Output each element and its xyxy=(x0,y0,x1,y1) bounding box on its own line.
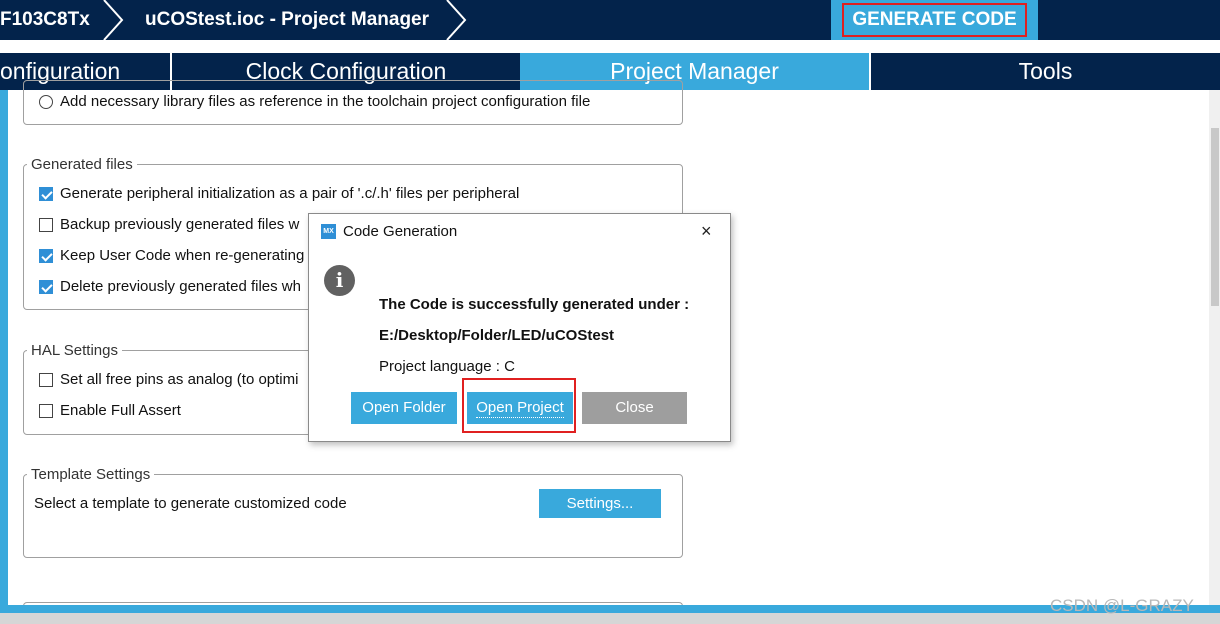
delete-generated-files-checkbox[interactable] xyxy=(39,280,53,294)
generate-code-button[interactable]: GENERATE CODE xyxy=(831,0,1038,40)
open-folder-button[interactable]: Open Folder xyxy=(351,392,457,424)
generate-peripheral-pair-label: Generate peripheral initialization as a … xyxy=(60,185,520,202)
stm32cubemx-window: F103C8Tx uCOStest.ioc - Project Manager … xyxy=(0,0,1220,624)
close-icon[interactable]: × xyxy=(701,221,712,241)
delete-generated-files-label: Delete previously generated files wh xyxy=(60,278,301,295)
dialog-success-message: The Code is successfully generated under… xyxy=(379,296,690,313)
dialog-output-path: E:/Desktop/Folder/LED/uCOStest xyxy=(379,327,615,344)
toolchain-options-group: Add necessary library files as reference… xyxy=(23,80,683,125)
template-settings-description: Select a template to generate customized… xyxy=(34,495,347,512)
hal-settings-title: HAL Settings xyxy=(27,342,122,360)
template-settings-button[interactable]: Settings... xyxy=(539,489,661,518)
breadcrumb-bar: F103C8Tx uCOStest.ioc - Project Manager … xyxy=(0,0,1220,40)
breadcrumb-project[interactable]: uCOStest.ioc - Project Manager xyxy=(145,0,429,40)
keep-user-code-checkbox[interactable] xyxy=(39,249,53,263)
horizontal-scrollbar[interactable] xyxy=(0,613,1220,624)
generated-files-title: Generated files xyxy=(27,156,137,174)
library-reference-radio[interactable] xyxy=(39,95,53,109)
open-project-button[interactable]: Open Project xyxy=(467,392,573,424)
full-assert-label: Enable Full Assert xyxy=(60,402,181,419)
breadcrumb-chevron-icon xyxy=(446,0,467,40)
code-generation-dialog: MX Code Generation × i The Code is succe… xyxy=(308,213,731,442)
keep-user-code-label: Keep User Code when re-generating xyxy=(60,247,305,264)
template-settings-title: Template Settings xyxy=(27,466,155,484)
generate-peripheral-pair-checkbox[interactable] xyxy=(39,187,53,201)
open-project-label: Open Project xyxy=(476,399,564,418)
dialog-project-language: Project language : C xyxy=(379,358,515,375)
breadcrumb-chevron-icon xyxy=(103,0,124,40)
full-assert-checkbox[interactable] xyxy=(39,404,53,418)
backup-files-checkbox[interactable] xyxy=(39,218,53,232)
left-accent-bar xyxy=(0,90,8,610)
scrollbar-thumb[interactable] xyxy=(1211,128,1219,306)
free-pins-analog-label: Set all free pins as analog (to optimi xyxy=(60,371,299,388)
backup-files-label: Backup previously generated files w xyxy=(60,216,300,233)
bottom-accent-bar xyxy=(0,605,1220,613)
info-icon: i xyxy=(324,265,355,296)
generate-code-label: GENERATE CODE xyxy=(842,3,1027,37)
dialog-title: Code Generation xyxy=(343,223,458,240)
close-button[interactable]: Close xyxy=(582,392,687,424)
breadcrumb-mcu[interactable]: F103C8Tx xyxy=(0,0,90,40)
free-pins-analog-checkbox[interactable] xyxy=(39,373,53,387)
tab-tools[interactable]: Tools xyxy=(871,53,1220,90)
library-reference-label: Add necessary library files as reference… xyxy=(60,93,591,110)
header-gap xyxy=(0,40,1220,53)
mx-logo-icon: MX xyxy=(321,224,336,239)
csdn-watermark: CSDN @L-GRAZY xyxy=(1050,596,1194,615)
